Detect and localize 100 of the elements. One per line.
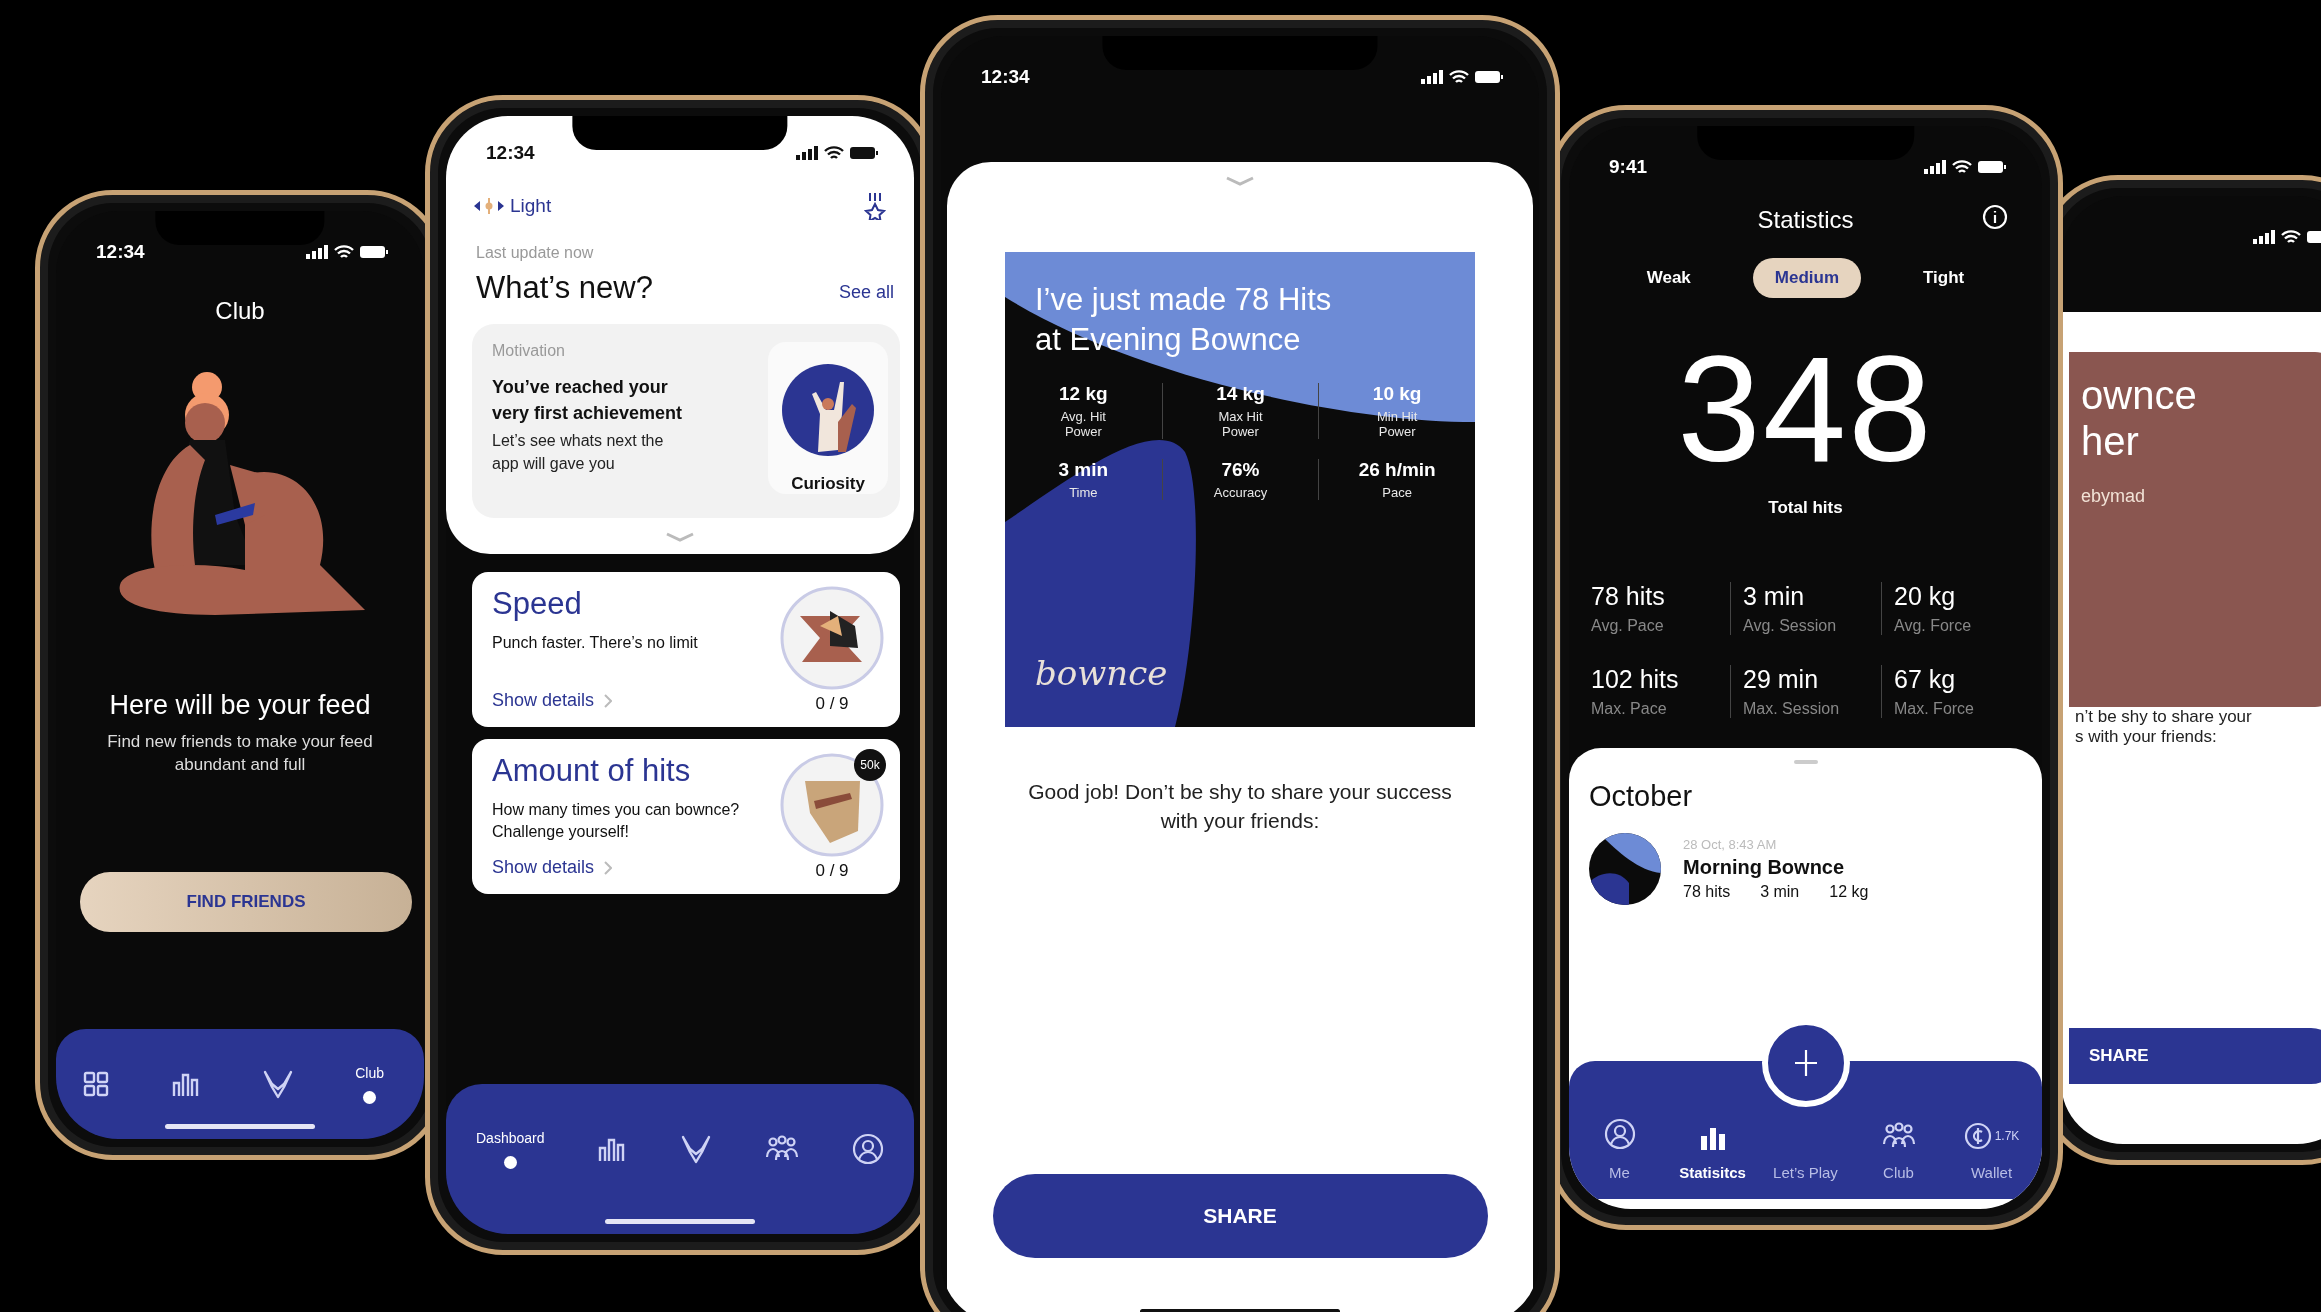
stat-label: Avg. Pace <box>1591 617 1665 635</box>
show-details-link[interactable]: Show details <box>492 690 613 711</box>
challenge-card[interactable]: Speed Punch faster. There’s no limit Show details 0 / 9 <box>472 572 900 727</box>
share-message: n’t be shy to share your <box>2074 707 2253 727</box>
stat-label: Max. Force <box>1894 700 1975 718</box>
stat-value: 12 kg <box>1059 382 1108 405</box>
battery-icon <box>1978 160 2006 174</box>
stat-label: Time <box>1068 484 1099 500</box>
info-icon[interactable] <box>1982 204 2008 230</box>
screen-title: Statistics <box>1757 206 1854 234</box>
month-heading: October <box>1589 780 1694 813</box>
chevron-right-icon <box>604 693 613 708</box>
stat-label: Avg. Hit Power <box>1059 408 1107 439</box>
stat-label: Avg. Force <box>1894 617 1973 635</box>
tab-bar-item[interactable] <box>680 1134 713 1164</box>
session-hits: 78 hits <box>1683 883 1731 901</box>
share-button[interactable]: SHARE <box>2069 1028 2321 1084</box>
wifi-icon <box>824 145 844 161</box>
show-details-link[interactable]: Show details <box>492 857 613 878</box>
card-title: ownce <box>2081 372 2198 418</box>
progress-count: 0 / 9 <box>815 861 849 881</box>
light-mode-toggle[interactable]: Light <box>474 195 552 217</box>
card-title: You’ve reached your very first achievement <box>492 376 684 426</box>
medal-icon[interactable] <box>864 192 886 220</box>
tab-bar-item[interactable]: 1.7K Wallet <box>1951 1122 2032 1181</box>
stat-value: 76% <box>1221 458 1260 481</box>
wifi-icon <box>334 244 354 260</box>
see-all-link[interactable]: See all <box>838 282 894 303</box>
stat-value: 10 kg <box>1372 382 1422 405</box>
tab-bar-item[interactable] <box>852 1133 884 1165</box>
raised-hands-icon <box>262 1069 295 1099</box>
battery-icon <box>850 146 878 160</box>
card-text: Let’s see whats next the app will gave you <box>492 431 665 474</box>
battery-icon <box>1475 70 1503 84</box>
signal-icon <box>306 245 328 259</box>
stat-label: Avg. Session <box>1743 617 1838 635</box>
section-heading: What’s new? <box>476 270 653 306</box>
arrows-icon <box>474 198 504 214</box>
wifi-icon <box>1952 159 1972 175</box>
signal-icon <box>796 146 818 160</box>
stat-label: Max Hit Power <box>1217 408 1264 439</box>
coin-icon <box>1963 1122 1992 1150</box>
challenge-description: Punch faster. There’s no limit <box>492 633 699 653</box>
share-message: Good job! Don’t be shy to share your success with your friends: <box>1027 779 1453 835</box>
progress-count: 0 / 9 <box>815 694 849 714</box>
profile-icon <box>1603 1118 1636 1150</box>
status-time: 12:34 <box>96 241 145 263</box>
signal-icon <box>1924 160 1946 174</box>
tab-bar-item[interactable]: Let’s Play <box>1765 1122 1846 1181</box>
motivation-card[interactable]: Motivation You’ve reached your very first achievement Let’s see whats next the app will gave you Curiosity <box>472 324 900 518</box>
stat-label: Pace <box>1381 484 1413 500</box>
raised-hands-icon <box>680 1134 713 1164</box>
tab-bar-item[interactable] <box>765 1135 800 1163</box>
filter-tab[interactable]: Tight <box>1901 258 1987 298</box>
tab-bar-item[interactable] <box>82 1070 110 1098</box>
stat-value: 3 min <box>1743 582 1806 611</box>
filter-tab[interactable]: Weak <box>1624 258 1713 298</box>
signal-icon <box>2253 230 2275 244</box>
feed-description: Find new friends to make your feed abundant and full <box>106 731 374 776</box>
share-button[interactable]: SHARE <box>992 1174 1488 1258</box>
badge: 50k <box>854 749 886 781</box>
stat-value: 20 kg <box>1894 582 1957 611</box>
session-weight: 12 kg <box>1829 883 1869 901</box>
wifi-icon <box>2281 229 2301 245</box>
find-friends-button[interactable]: FIND FRIENDS <box>80 871 412 932</box>
total-hits-label: Total hits <box>1767 498 1844 518</box>
status-time: 9:41 <box>1609 156 1648 178</box>
tab-bar-item[interactable]: Dashboard <box>476 1129 545 1169</box>
signal-icon <box>1421 70 1443 84</box>
achievement-badge: Curiosity <box>768 342 888 494</box>
stat-value: 102 hits <box>1591 665 1680 694</box>
feed-heading: Here will be your feed <box>109 690 371 721</box>
stat-value: 29 min <box>1743 665 1820 694</box>
session-duration: 3 min <box>1760 883 1800 901</box>
session-item[interactable]: 28 Oct, 8:43 AM Morning Bownce 78 hits 3 min 12 kg <box>1589 833 2022 905</box>
stat-value: 78 hits <box>1591 582 1666 611</box>
share-message: s with your friends: <box>2074 727 2218 747</box>
tab-bar-item[interactable]: Statisitcs <box>1672 1126 1753 1181</box>
card-category: Motivation <box>492 342 566 360</box>
stat-label: Max. Pace <box>1591 700 1668 718</box>
people-icon <box>1881 1122 1916 1150</box>
filter-tab[interactable]: Medium <box>1752 258 1862 298</box>
total-hits-value: 348 <box>1676 334 1935 484</box>
stat-label: Max. Session <box>1743 700 1841 718</box>
card-title: her <box>2081 418 2140 464</box>
challenge-card[interactable]: Amount of hits How many times you can bownce? Challenge yourself! Show details 50k 0 / 9 <box>472 739 900 894</box>
bar-chart-icon <box>1699 1126 1726 1150</box>
tab-bar-item[interactable]: Me <box>1579 1118 1660 1181</box>
people-icon <box>765 1135 800 1163</box>
tab-bar-item[interactable]: Club <box>1858 1122 1939 1181</box>
tab-bar-item[interactable] <box>262 1069 295 1099</box>
last-update-text: Last update now <box>475 243 595 262</box>
challenge-title: Amount of hits <box>492 753 692 789</box>
status-time: 12:34 <box>981 66 1030 88</box>
chevron-right-icon <box>604 860 613 875</box>
card-author: ebymad <box>2081 486 2147 507</box>
logo: bownce <box>1035 653 1169 693</box>
grid-icon <box>82 1070 110 1098</box>
tab-bar-item[interactable]: Club <box>355 1064 384 1104</box>
wifi-icon <box>1449 69 1469 85</box>
